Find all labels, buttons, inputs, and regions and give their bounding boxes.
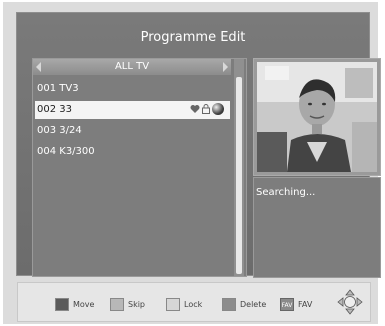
legend-move-label: Move — [73, 299, 95, 309]
channel-row-selected[interactable]: 002 33 — [35, 101, 230, 119]
legend-fav-label: FAV — [298, 299, 313, 309]
programme-edit-panel: Programme Edit ALL TV 001 TV3 002 33 003… — [16, 12, 381, 278]
blue-key-icon — [222, 297, 236, 311]
preview-image — [257, 62, 377, 172]
legend-fav: FAV FAV — [280, 297, 312, 311]
channel-row[interactable]: 004 K3/300 — [35, 143, 230, 161]
tv-screen: Programme Edit ALL TV 001 TV3 002 33 003… — [3, 2, 381, 324]
right-arrow-icon[interactable] — [223, 62, 228, 72]
channel-list-panel: ALL TV 001 TV3 002 33 003 3/24 004 K3/30… — [32, 58, 247, 277]
channel-label: 004 K3/300 — [37, 146, 95, 157]
legend-skip-label: Skip — [128, 299, 146, 309]
channel-label: 001 TV3 — [37, 83, 79, 94]
status-panel: Searching... — [253, 177, 381, 278]
scrollbar-thumb[interactable] — [236, 77, 242, 274]
key-legend-bar: Move Skip Lock Delete FAV FAV — [17, 282, 371, 322]
page-title: Programme Edit — [140, 30, 246, 45]
channel-row[interactable]: 001 TV3 — [35, 80, 230, 98]
left-arrow-icon[interactable] — [36, 62, 41, 72]
legend-move: Move — [55, 297, 94, 311]
channel-attributes — [190, 103, 224, 115]
legend-delete: Delete — [222, 297, 266, 311]
fav-key-icon: FAV — [280, 297, 294, 311]
list-scrollbar[interactable] — [234, 59, 244, 276]
globe-icon — [212, 103, 224, 115]
legend-skip: Skip — [110, 297, 145, 311]
legend-lock-label: Lock — [184, 299, 203, 309]
legend-lock: Lock — [166, 297, 202, 311]
legend-delete-label: Delete — [240, 299, 267, 309]
preview-panel — [253, 58, 381, 176]
group-label: ALL TV — [114, 61, 150, 72]
lock-icon — [202, 104, 210, 114]
search-status: Searching... — [256, 187, 316, 198]
green-key-icon — [110, 297, 124, 311]
dpad-icon — [337, 289, 363, 315]
group-selector[interactable]: ALL TV — [33, 59, 231, 75]
channel-label: 002 33 — [37, 104, 72, 115]
channel-row[interactable]: 003 3/24 — [35, 122, 230, 140]
channel-label: 003 3/24 — [37, 125, 82, 136]
heart-icon — [190, 105, 200, 113]
red-key-icon — [55, 297, 69, 311]
yellow-key-icon — [166, 297, 180, 311]
